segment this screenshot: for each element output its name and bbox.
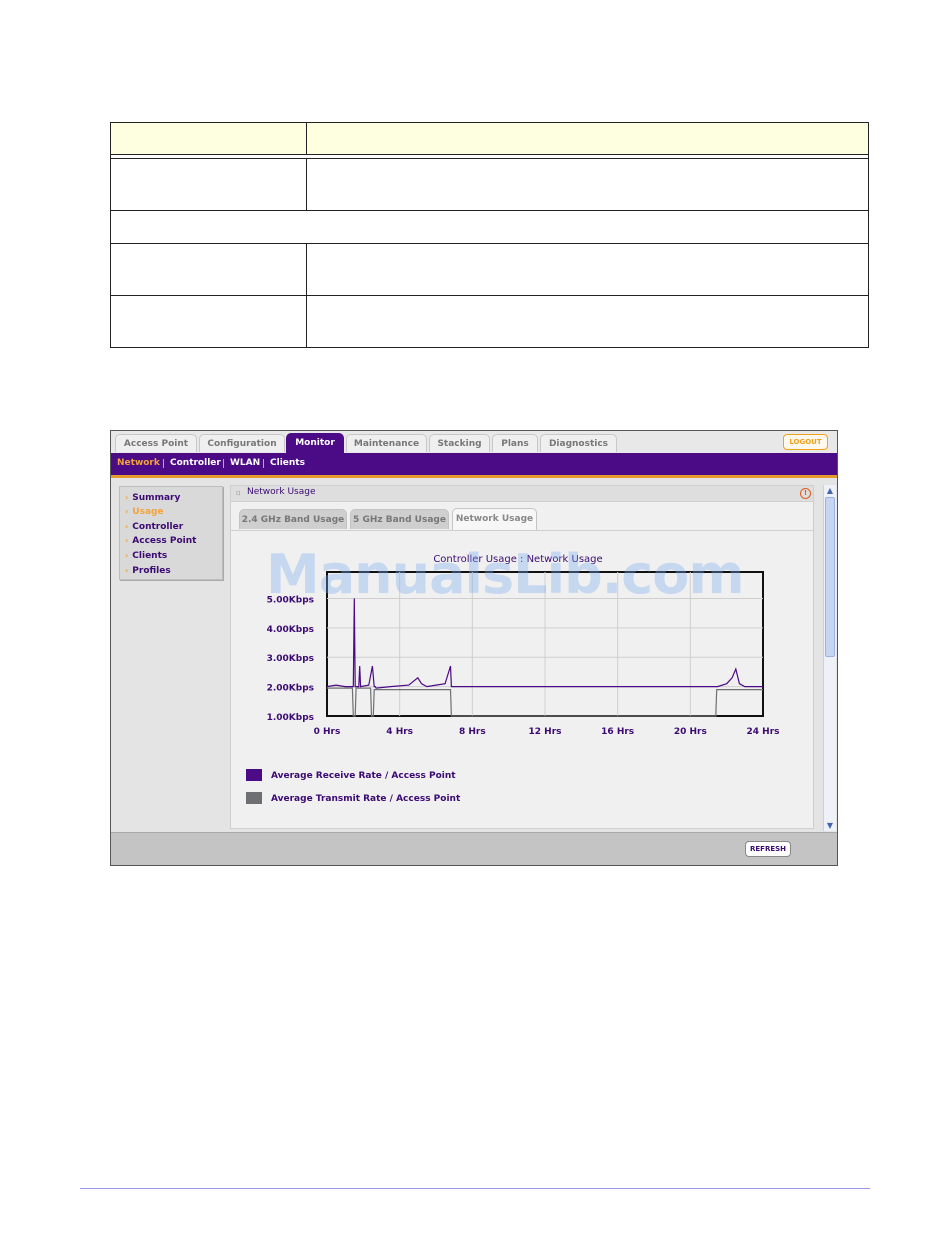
tab-access-point[interactable]: Access Point (115, 434, 197, 452)
x-axis-ticks: 0 Hrs 4 Hrs 8 Hrs 12 Hrs 16 Hrs 20 Hrs 24 Hrs (314, 727, 780, 737)
sidebar-item-controller[interactable]: › Controller (125, 522, 183, 532)
panel-header: ▫ Network Usage ! (231, 486, 813, 502)
main-tab-bar: Access Point Configuration Monitor Maint… (111, 431, 837, 453)
chevron-right-icon: › (125, 493, 129, 502)
table-header-cell (306, 122, 869, 155)
y-tick-label: 4.00Kbps (267, 625, 314, 635)
sidebar-item-label: Clients (132, 551, 168, 561)
sidebar-item-access-point[interactable]: › Access Point (125, 536, 196, 546)
table-section-row (110, 210, 869, 244)
y-axis-ticks: 1.00Kbps2.00Kbps3.00Kbps4.00Kbps5.00Kbps (267, 595, 314, 723)
footer-rule (80, 1188, 870, 1189)
table-row (110, 243, 869, 296)
tab-monitor[interactable]: Monitor (286, 433, 344, 453)
table-cell (306, 243, 869, 296)
x-tick-label: 20 Hrs (674, 727, 707, 737)
x-tick-label: 8 Hrs (459, 727, 486, 737)
sidebar-item-label: Controller (132, 522, 184, 532)
chevron-right-icon: › (125, 551, 129, 560)
sidebar-item-label: Summary (132, 493, 181, 503)
network-usage-panel: ▫ Network Usage ! 2.4 GHz Band Usage 5 G… (230, 485, 814, 829)
subnav-separator (163, 459, 164, 468)
sidebar-item-summary[interactable]: › Summary (125, 493, 180, 503)
table-cell (306, 158, 869, 211)
sidebar-item-usage[interactable]: › Usage (125, 507, 164, 517)
subnav-clients[interactable]: Clients (270, 458, 305, 468)
tab-network-usage[interactable]: Network Usage (452, 508, 537, 530)
sidebar-item-profiles[interactable]: › Profiles (125, 566, 171, 576)
scroll-thumb[interactable] (825, 497, 835, 657)
legend-transmit-label: Average Transmit Rate / Access Point (271, 794, 461, 804)
legend-transmit-swatch (246, 792, 262, 804)
vertical-scrollbar[interactable]: ▲ ▼ (823, 485, 836, 831)
sub-navigation: Network Controller WLAN Clients (111, 453, 837, 478)
x-tick-label: 0 Hrs (314, 727, 341, 737)
x-tick-label: 4 Hrs (386, 727, 413, 737)
table-header-row (110, 122, 869, 155)
subnav-network[interactable]: Network (117, 458, 160, 468)
tab-plans[interactable]: Plans (492, 434, 538, 452)
tab-configuration[interactable]: Configuration (199, 434, 285, 452)
x-tick-label: 16 Hrs (601, 727, 634, 737)
y-tick-label: 2.00Kbps (267, 684, 314, 694)
y-tick-label: 3.00Kbps (267, 654, 314, 664)
x-tick-label: 24 Hrs (747, 727, 780, 737)
sidebar-menu: › Summary › Usage › Controller › Access Poin… (119, 486, 223, 580)
chevron-right-icon: › (125, 522, 129, 531)
sidebar-item-label: Usage (132, 507, 164, 517)
scroll-down-icon[interactable]: ▼ (825, 820, 835, 831)
chevron-right-icon: › (125, 507, 129, 516)
subnav-wlan[interactable]: WLAN (230, 458, 260, 468)
network-usage-screenshot: Access Point Configuration Monitor Maint… (110, 430, 838, 866)
x-tick-label: 12 Hrs (529, 727, 562, 737)
sidebar-item-label: Access Point (132, 536, 197, 546)
footer-bar: REFRESH (111, 832, 837, 865)
legend-receive-swatch (246, 769, 262, 781)
table-cell (110, 243, 307, 296)
subnav-separator (223, 459, 224, 468)
chevron-right-icon: › (125, 536, 129, 545)
subnav-separator (263, 459, 264, 468)
tab-diagnostics[interactable]: Diagnostics (540, 434, 617, 452)
legend-receive-label: Average Receive Rate / Access Point (271, 771, 456, 781)
table-header-cell (110, 122, 307, 155)
document-table (110, 122, 869, 348)
refresh-button[interactable]: REFRESH (745, 841, 791, 857)
sidebar-item-label: Profiles (132, 566, 171, 576)
tab-5ghz-band-usage[interactable]: 5 GHz Band Usage (350, 509, 449, 529)
tab-maintenance[interactable]: Maintenance (346, 434, 427, 452)
tab-2-4ghz-band-usage[interactable]: 2.4 GHz Band Usage (239, 509, 347, 529)
table-cell (110, 158, 307, 211)
scroll-up-icon[interactable]: ▲ (825, 485, 835, 496)
table-row (110, 295, 869, 348)
table-cell (110, 295, 307, 348)
tab-divider (231, 530, 813, 531)
chevron-right-icon: › (125, 566, 129, 575)
table-row (110, 158, 869, 211)
logout-button[interactable]: LOGOUT (783, 434, 828, 450)
table-section-cell (110, 210, 869, 244)
tab-stacking[interactable]: Stacking (429, 434, 490, 452)
y-tick-label: 1.00Kbps (267, 713, 314, 723)
panel-title: Network Usage (247, 487, 316, 497)
collapse-icon[interactable]: ▫ (236, 489, 242, 497)
help-icon[interactable]: ! (800, 488, 811, 499)
sidebar-item-clients[interactable]: › Clients (125, 551, 167, 561)
table-cell (306, 295, 869, 348)
watermark: ManualsLib.com (266, 543, 745, 606)
subnav-controller[interactable]: Controller (170, 458, 221, 468)
